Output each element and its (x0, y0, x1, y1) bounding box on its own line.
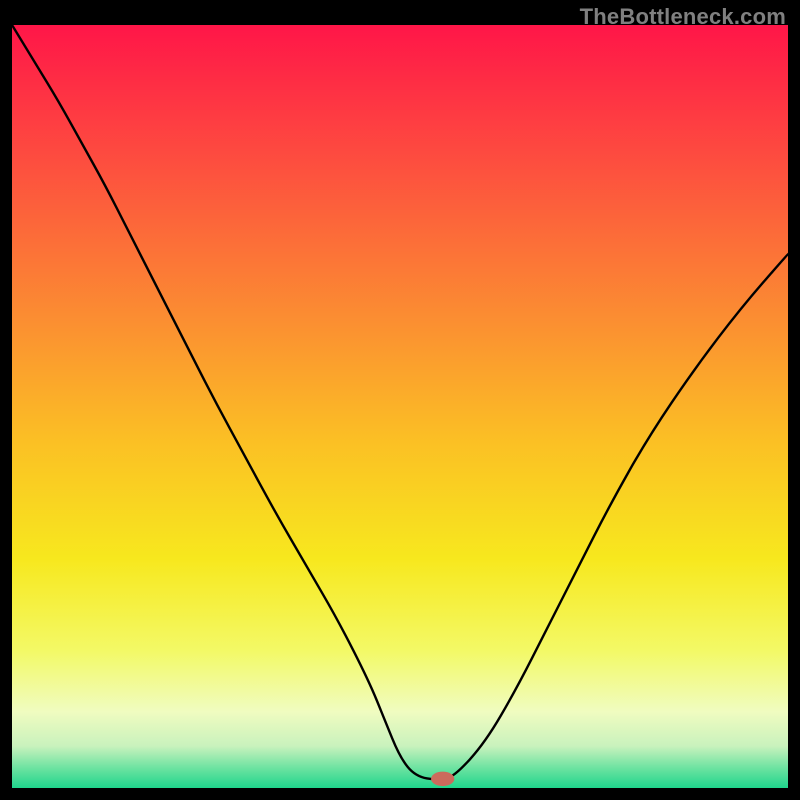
chart-frame (12, 25, 788, 788)
bottleneck-chart (12, 25, 788, 788)
gradient-background (12, 25, 788, 788)
watermark-text: TheBottleneck.com (580, 4, 786, 30)
optimum-marker (431, 772, 454, 786)
